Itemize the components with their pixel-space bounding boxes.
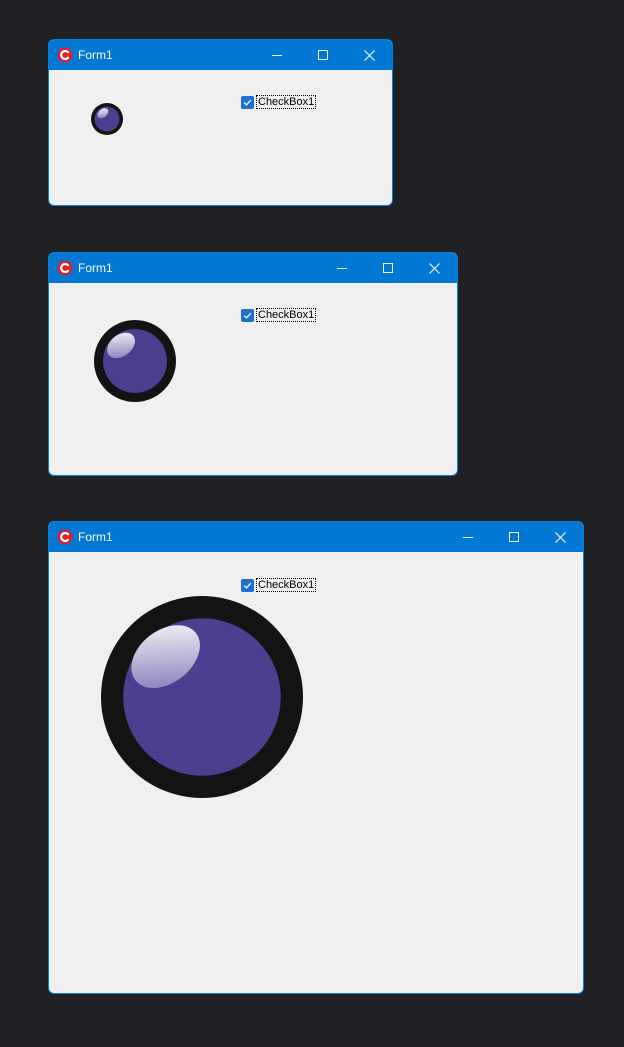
glossy-orb — [91, 103, 123, 135]
checkmark-icon — [243, 582, 252, 589]
glossy-orb — [101, 596, 303, 798]
checkmark-icon — [243, 99, 252, 106]
glossy-orb — [94, 320, 176, 402]
minimize-button[interactable] — [319, 253, 365, 283]
close-button[interactable] — [411, 253, 457, 283]
maximize-button[interactable] — [300, 40, 346, 70]
maximize-icon — [318, 50, 328, 60]
form-window-1: Form1 CheckBox1 — [48, 39, 393, 206]
checkbox-label[interactable]: CheckBox1 — [256, 95, 317, 109]
form-window-3: Form1 CheckBox1 — [48, 521, 584, 994]
minimize-icon — [272, 55, 282, 56]
close-button[interactable] — [537, 522, 583, 552]
window-title: Form1 — [78, 530, 113, 544]
minimize-icon — [463, 537, 473, 538]
window-title: Form1 — [78, 48, 113, 62]
title-bar[interactable]: Form1 — [49, 522, 583, 552]
checkbox1[interactable]: CheckBox1 — [241, 578, 317, 592]
close-icon — [363, 49, 375, 61]
app-logo-icon — [57, 47, 73, 63]
checkbox-label[interactable]: CheckBox1 — [256, 308, 317, 322]
close-icon — [554, 531, 566, 543]
close-icon — [428, 262, 440, 274]
maximize-button[interactable] — [365, 253, 411, 283]
maximize-icon — [383, 263, 393, 273]
maximize-icon — [509, 532, 519, 542]
minimize-button[interactable] — [445, 522, 491, 552]
minimize-icon — [337, 268, 347, 269]
checkbox1[interactable]: CheckBox1 — [241, 95, 317, 109]
close-button[interactable] — [346, 40, 392, 70]
title-bar[interactable]: Form1 — [49, 40, 392, 70]
window-title: Form1 — [78, 261, 113, 275]
maximize-button[interactable] — [491, 522, 537, 552]
title-bar[interactable]: Form1 — [49, 253, 457, 283]
form-window-2: Form1 CheckBox1 — [48, 252, 458, 476]
checkbox-box[interactable] — [241, 578, 254, 592]
checkbox1[interactable]: CheckBox1 — [241, 308, 317, 322]
checkmark-icon — [243, 312, 252, 319]
checkbox-label[interactable]: CheckBox1 — [256, 578, 317, 592]
checkbox-box[interactable] — [241, 308, 254, 322]
app-logo-icon — [57, 529, 73, 545]
checkbox-box[interactable] — [241, 95, 254, 109]
app-logo-icon — [57, 260, 73, 276]
minimize-button[interactable] — [254, 40, 300, 70]
